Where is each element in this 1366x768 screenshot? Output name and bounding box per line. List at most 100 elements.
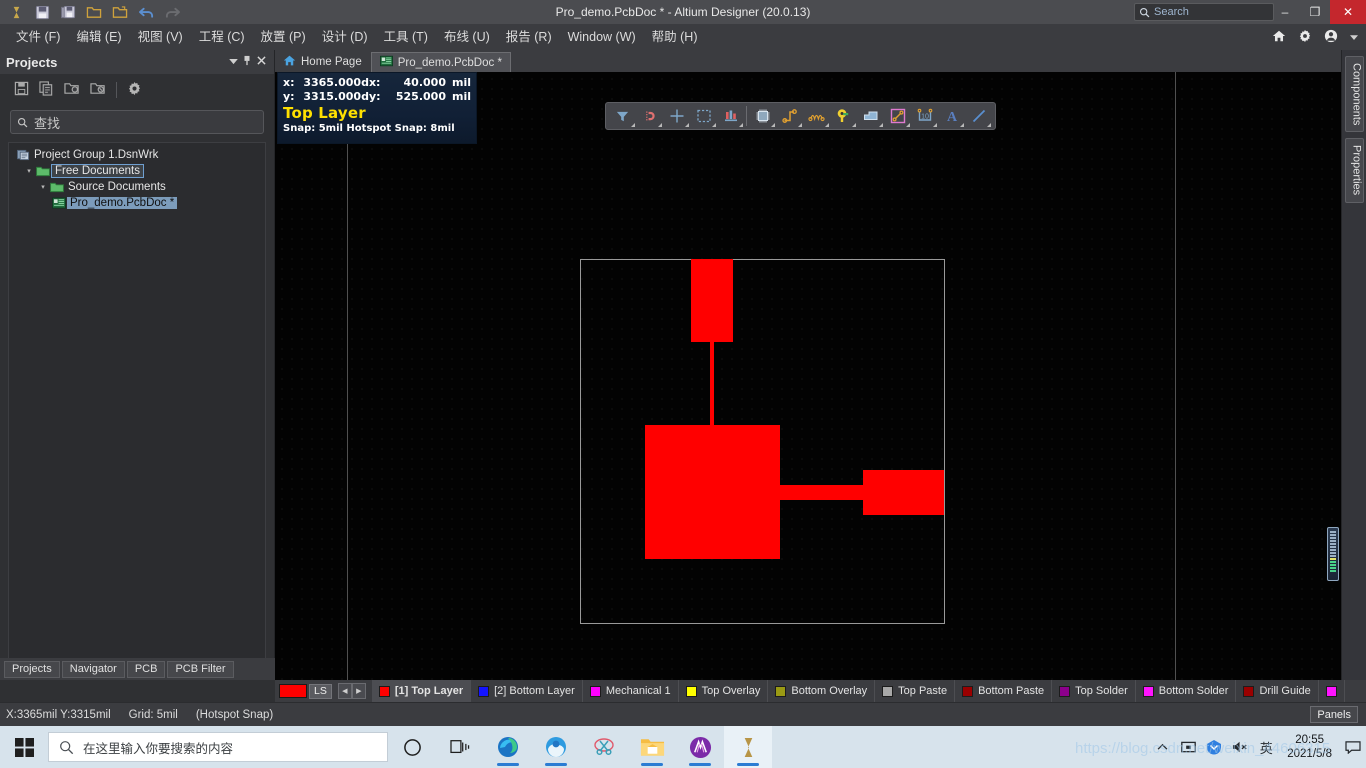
string-text-icon[interactable]: A <box>938 104 965 128</box>
dimension-icon[interactable]: 10 <box>911 104 938 128</box>
volume-muted-icon[interactable] <box>1227 726 1253 768</box>
tab-pro-demo-pcbdoc[interactable]: Pro_demo.PcbDoc * <box>370 52 511 72</box>
chevron-up-icon[interactable] <box>1149 726 1175 768</box>
magnet-icon[interactable] <box>636 104 663 128</box>
undo-icon[interactable] <box>134 1 158 23</box>
chevron-down-icon[interactable] <box>1350 30 1358 44</box>
notification-icon[interactable] <box>1340 726 1366 768</box>
menu-edit[interactable]: 编辑 (E) <box>68 24 129 50</box>
layer-next-button[interactable]: ▶ <box>351 683 366 699</box>
search-input[interactable]: Search <box>1134 3 1274 21</box>
layer-tab-bottom-paste[interactable]: Bottom Paste <box>955 680 1053 702</box>
selection-box-icon[interactable] <box>690 104 717 128</box>
pad-right[interactable] <box>863 470 944 515</box>
tab-home-page[interactable]: Home Page <box>275 52 370 72</box>
account-icon[interactable] <box>1324 29 1338 46</box>
panels-button[interactable]: Panels <box>1310 706 1358 723</box>
differential-pair-icon[interactable] <box>803 104 830 128</box>
panel-tab-pcb-filter[interactable]: PCB Filter <box>167 660 234 678</box>
active-layer-color-swatch[interactable] <box>279 684 307 698</box>
dock-tab-properties[interactable]: Properties <box>1344 138 1364 203</box>
save-icon[interactable] <box>30 1 54 23</box>
layer-tab-top-solder[interactable]: Top Solder <box>1052 680 1136 702</box>
panel-tab-pcb[interactable]: PCB <box>126 660 166 678</box>
taskbar-clock[interactable]: 20:55 2021/5/8 <box>1279 733 1340 761</box>
close-button[interactable]: ✕ <box>1330 0 1366 24</box>
gear-icon[interactable] <box>127 81 142 99</box>
menu-help[interactable]: 帮助 (H) <box>644 24 706 50</box>
layer-sets-button[interactable]: LS <box>309 683 332 699</box>
altium-logo-icon[interactable] <box>4 1 28 23</box>
screen-icon[interactable] <box>1175 726 1201 768</box>
layer-tab-bottom-layer[interactable]: [2] Bottom Layer <box>471 680 583 702</box>
layer-tab-bottom-overlay[interactable]: Bottom Overlay <box>768 680 876 702</box>
close-project-icon[interactable] <box>90 81 106 99</box>
open-project-icon[interactable] <box>108 1 132 23</box>
layer-prev-button[interactable]: ◀ <box>337 683 352 699</box>
line-icon[interactable] <box>965 104 992 128</box>
polygon-pour-icon[interactable] <box>857 104 884 128</box>
dock-tab-components[interactable]: Components <box>1344 56 1364 133</box>
route-track-icon[interactable] <box>776 104 803 128</box>
gear-icon[interactable] <box>1298 29 1312 46</box>
menu-tools[interactable]: 工具 (T) <box>376 24 436 50</box>
layer-tab-top-overlay[interactable]: Top Overlay <box>679 680 769 702</box>
taskbar-search-input[interactable]: 在这里输入你要搜索的内容 <box>48 732 388 762</box>
home-icon[interactable] <box>1272 29 1286 46</box>
pad-icon[interactable] <box>830 104 857 128</box>
tree-item-project-group[interactable]: Project Group 1.DsnWrk <box>9 147 265 163</box>
qq-browser-icon[interactable] <box>532 726 580 768</box>
ime-icon[interactable]: 英 <box>1253 726 1279 768</box>
panel-tab-projects[interactable]: Projects <box>4 660 60 678</box>
track-vertical[interactable] <box>710 341 714 427</box>
task-view-icon[interactable] <box>436 726 484 768</box>
tree-item-free-documents[interactable]: ▾ Free Documents <box>9 163 265 179</box>
menu-reports[interactable]: 报告 (R) <box>498 24 560 50</box>
menu-route[interactable]: 布线 (U) <box>436 24 498 50</box>
snipaste-icon[interactable] <box>580 726 628 768</box>
pad-center[interactable] <box>645 425 780 559</box>
chevron-down-icon[interactable]: ▾ <box>37 183 49 191</box>
crosshair-icon[interactable] <box>663 104 690 128</box>
layer-tab-bottom-solder[interactable]: Bottom Solder <box>1136 680 1237 702</box>
project-search-input[interactable]: 查找 <box>10 110 264 134</box>
wps-icon[interactable] <box>676 726 724 768</box>
region-icon[interactable] <box>884 104 911 128</box>
menu-view[interactable]: 视图 (V) <box>130 24 191 50</box>
start-button[interactable] <box>0 726 48 768</box>
component-chip-icon[interactable] <box>749 104 776 128</box>
chevron-down-icon[interactable] <box>226 56 240 68</box>
maximize-restore-button[interactable]: ❐ <box>1300 0 1330 24</box>
save-all-icon[interactable] <box>56 1 80 23</box>
tencent-icon[interactable] <box>1201 726 1227 768</box>
minimize-button[interactable]: – <box>1270 0 1300 24</box>
tree-item-pcb-doc[interactable]: Pro_demo.PcbDoc * <box>9 195 265 211</box>
layer-indicator-widget[interactable] <box>1327 527 1339 581</box>
layer-tab-top-paste[interactable]: Top Paste <box>875 680 956 702</box>
track-horizontal[interactable] <box>779 485 865 500</box>
layer-tab-top-layer[interactable]: [1] Top Layer <box>371 680 472 702</box>
layer-stack-icon[interactable] <box>717 104 744 128</box>
pad-top[interactable] <box>691 259 733 342</box>
save-icon[interactable] <box>14 81 29 99</box>
menu-file[interactable]: 文件 (F) <box>8 24 68 50</box>
layer-tab-overflow[interactable] <box>1319 680 1345 702</box>
layer-tab-drill-guide[interactable]: Drill Guide <box>1236 680 1319 702</box>
pin-icon[interactable] <box>240 55 254 69</box>
chevron-down-icon[interactable]: ▾ <box>23 167 35 175</box>
menu-project[interactable]: 工程 (C) <box>191 24 253 50</box>
menu-design[interactable]: 设计 (D) <box>314 24 376 50</box>
filter-icon[interactable] <box>609 104 636 128</box>
layer-tab-mechanical-1[interactable]: Mechanical 1 <box>583 680 679 702</box>
file-explorer-icon[interactable] <box>628 726 676 768</box>
panel-tab-navigator[interactable]: Navigator <box>61 660 125 678</box>
menu-window[interactable]: Window (W) <box>560 24 644 50</box>
edge-icon[interactable] <box>484 726 532 768</box>
open-project-search-icon[interactable] <box>64 81 80 99</box>
tree-item-source-documents[interactable]: ▾ Source Documents <box>9 179 265 195</box>
menu-place[interactable]: 放置 (P) <box>253 24 314 50</box>
altium-icon[interactable] <box>724 726 772 768</box>
open-icon[interactable] <box>82 1 106 23</box>
copy-icon[interactable] <box>39 81 54 99</box>
cortana-icon[interactable] <box>388 726 436 768</box>
